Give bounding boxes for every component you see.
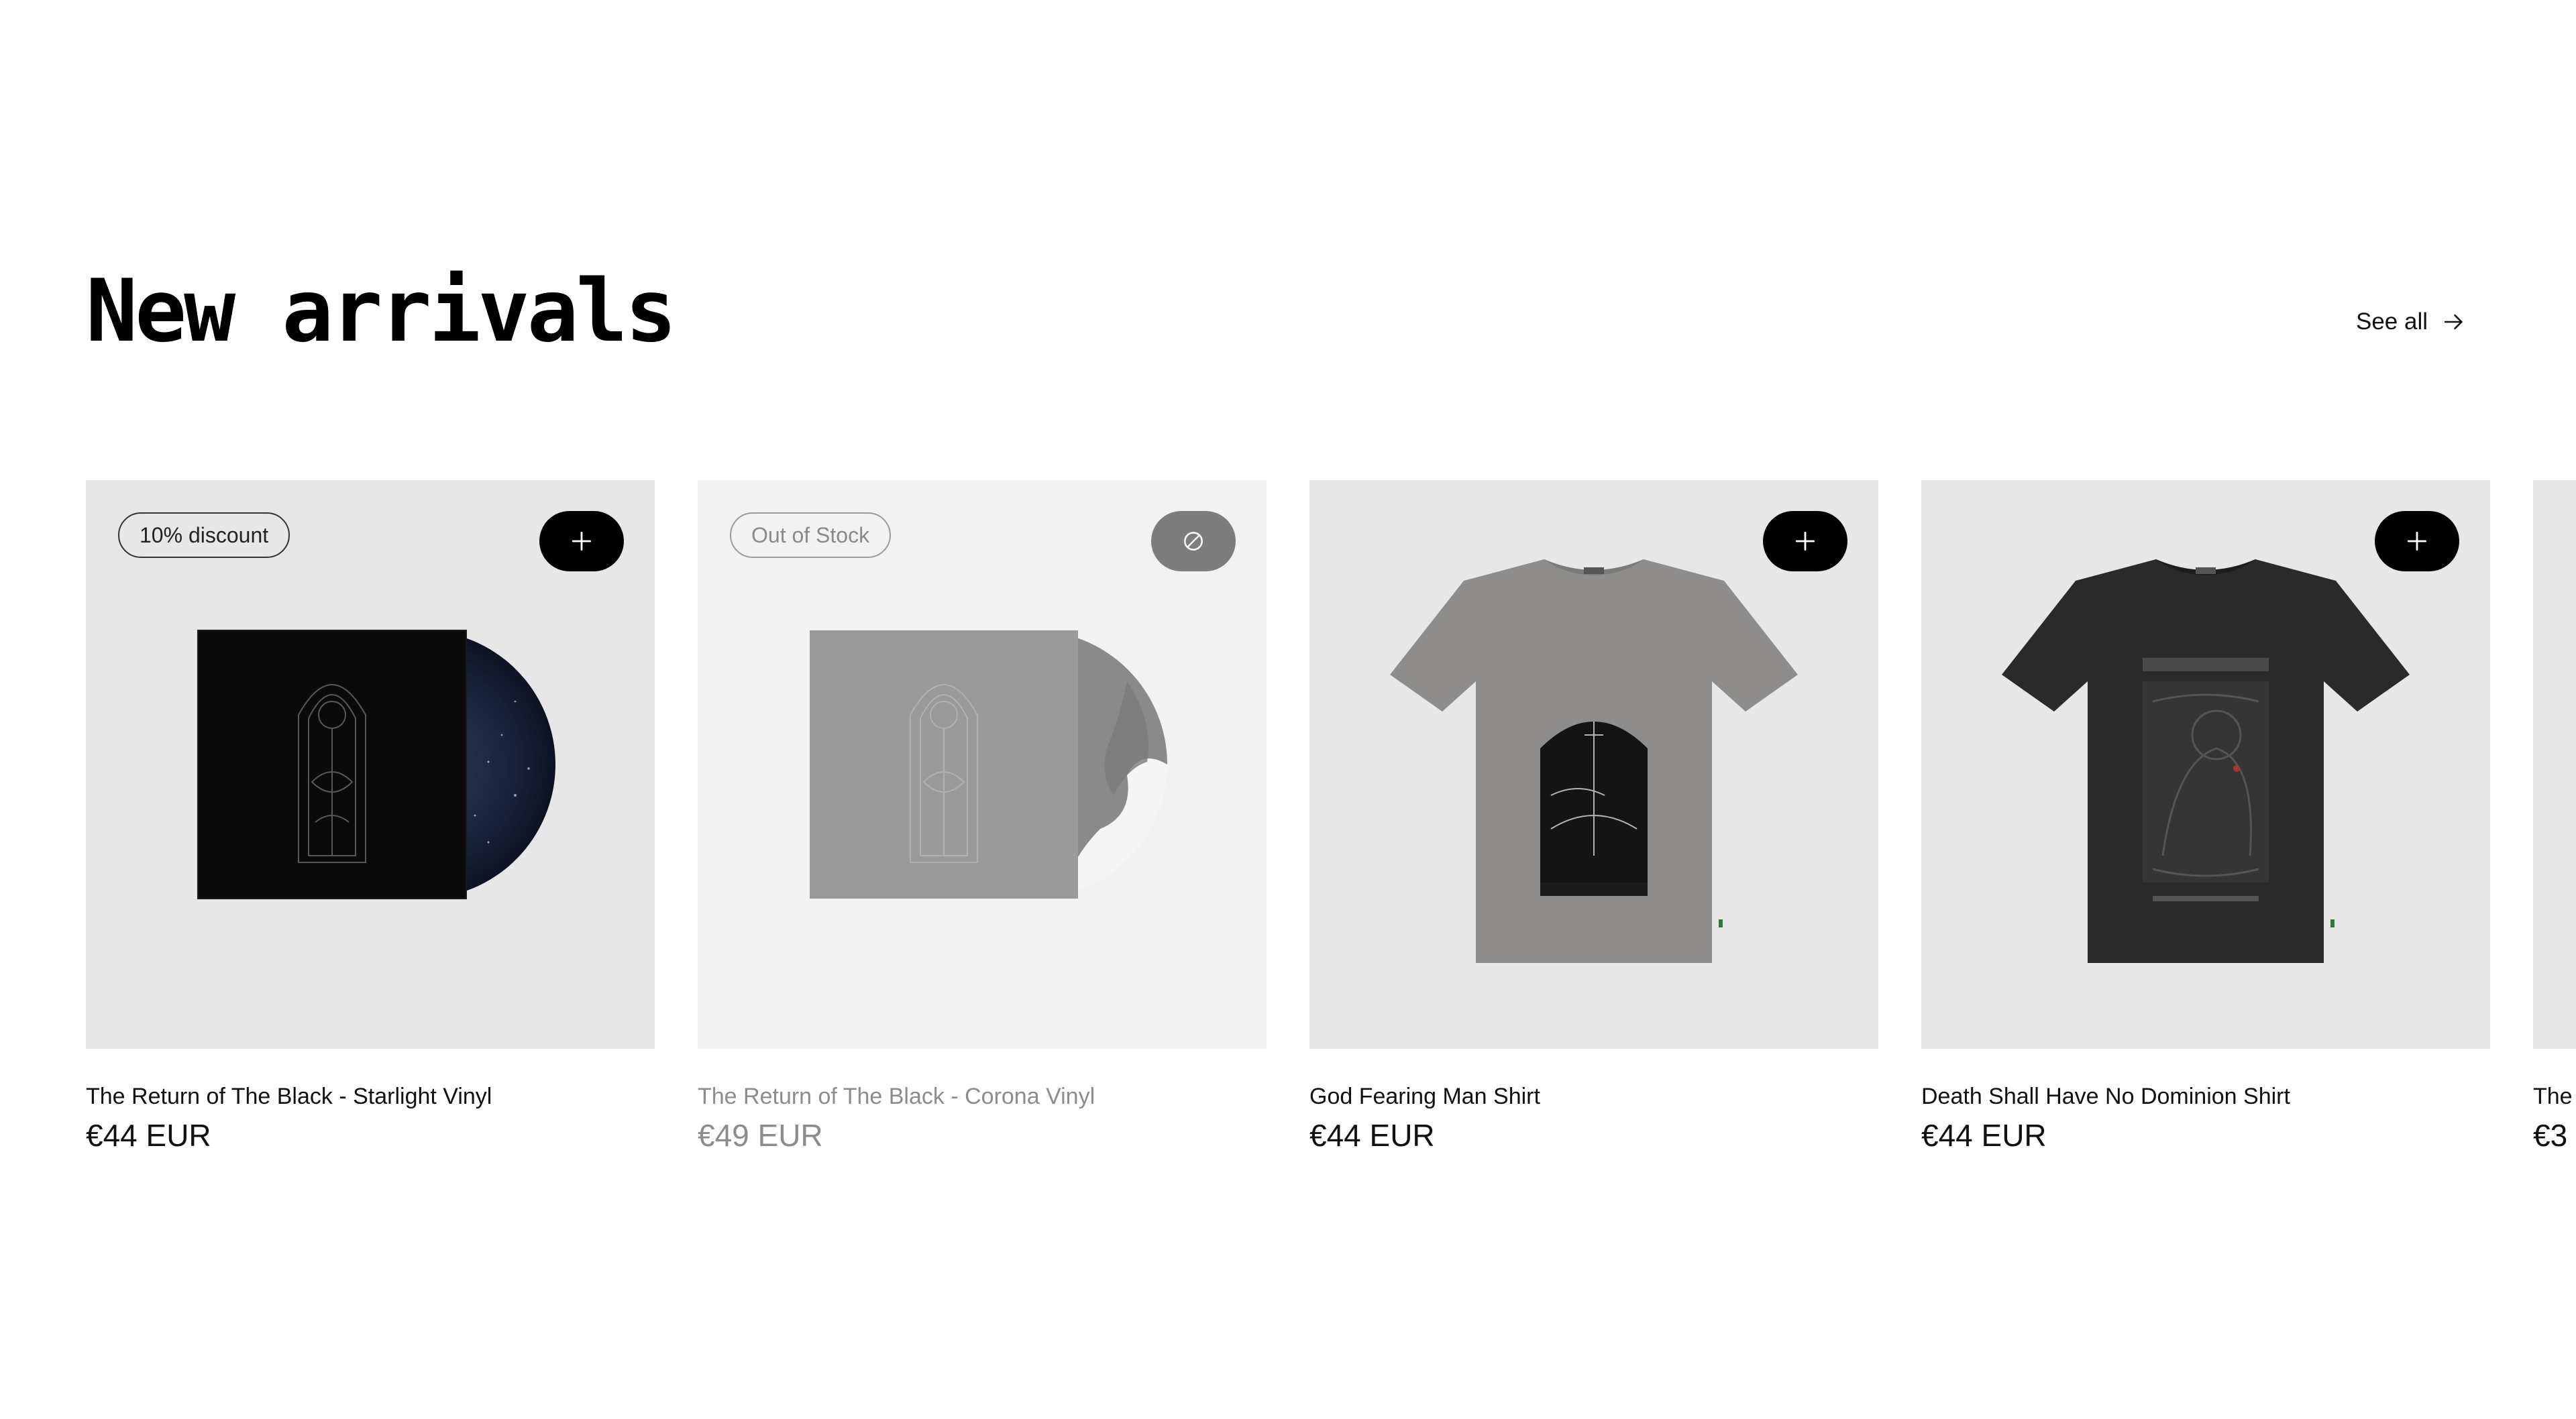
product-card[interactable]: The €3 (2533, 480, 2576, 1153)
product-media[interactable]: Out of Stock (698, 480, 1267, 1049)
product-card[interactable]: God Fearing Man Shirt €44 EUR (1309, 480, 1878, 1153)
product-price: €49 EUR (698, 1118, 823, 1153)
product-name[interactable]: Death Shall Have No Dominion Shirt (1921, 1084, 2290, 1110)
product-price: €44 EUR (1309, 1118, 1435, 1153)
add-to-cart-button[interactable] (539, 511, 624, 571)
section-title: New arrivals (86, 262, 677, 361)
product-price: €44 EUR (1921, 1118, 2047, 1153)
product-name[interactable]: The (2533, 1084, 2573, 1110)
unavailable-button[interactable] (1151, 511, 1236, 571)
product-carousel[interactable]: 10% discount The Return of The Black - S… (86, 480, 2576, 1218)
plus-icon (1795, 531, 1815, 551)
product-card[interactable]: Out of Stock The Return of The Black - C… (698, 480, 1267, 1153)
product-card[interactable]: 10% discount The Return of The Black - S… (86, 480, 655, 1153)
see-all-label: See all (2356, 308, 2428, 335)
plus-icon (2407, 531, 2427, 551)
product-media[interactable]: 10% discount (86, 480, 655, 1049)
out-of-stock-badge: Out of Stock (730, 512, 892, 558)
add-to-cart-button[interactable] (2375, 511, 2459, 571)
add-to-cart-button[interactable] (1763, 511, 1847, 571)
see-all-link[interactable]: See all (2356, 305, 2465, 339)
discount-badge: 10% discount (118, 512, 290, 558)
product-card[interactable]: Death Shall Have No Dominion Shirt €44 E… (1921, 480, 2490, 1153)
new-arrivals-section: New arrivals See all 10% discount The Re… (0, 0, 2576, 1419)
product-price: €44 EUR (86, 1118, 211, 1153)
product-media[interactable] (1921, 480, 2490, 1049)
arrow-right-icon (2445, 314, 2463, 330)
unavailable-icon (1184, 532, 1203, 551)
product-name[interactable]: God Fearing Man Shirt (1309, 1084, 1540, 1110)
product-name[interactable]: The Return of The Black - Corona Vinyl (698, 1084, 1095, 1110)
product-media[interactable] (1309, 480, 1878, 1049)
plus-icon (572, 531, 592, 551)
product-media[interactable] (2533, 480, 2576, 1049)
product-price: €3 (2533, 1118, 2568, 1153)
product-name[interactable]: The Return of The Black - Starlight Viny… (86, 1084, 492, 1110)
